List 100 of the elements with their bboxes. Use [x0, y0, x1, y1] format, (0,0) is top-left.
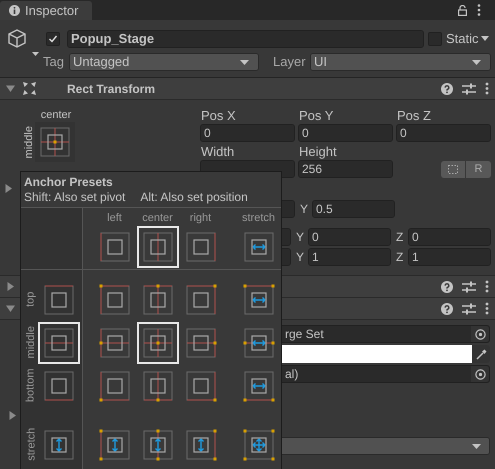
- axis-label: Y: [296, 229, 306, 246]
- anchor-preset-icon: [184, 428, 216, 460]
- help-icon[interactable]: [441, 280, 453, 292]
- foldout-arrow-icon[interactable]: [6, 84, 15, 93]
- anchor-column-label: center: [40, 108, 72, 122]
- sliders-icon[interactable]: [462, 280, 476, 292]
- anchor-preset-button[interactable]: [38, 322, 80, 364]
- anchor-preset-icon: [184, 284, 216, 316]
- cube-icon[interactable]: [6, 27, 40, 57]
- anchor-preset-icon: [142, 370, 174, 402]
- foldout-arrow-icon[interactable]: [8, 410, 17, 420]
- axis-label: Y: [300, 201, 310, 218]
- anchor-preset-icon: [184, 370, 216, 402]
- axis-label: Y: [296, 249, 306, 266]
- number-field[interactable]: 1: [408, 248, 491, 266]
- foldout-arrow-icon[interactable]: [6, 282, 15, 291]
- field-label: Width: [200, 144, 236, 160]
- static-label[interactable]: Static: [446, 28, 479, 48]
- name-field[interactable]: Popup_Stage: [67, 30, 424, 48]
- axis-label: Z: [396, 229, 404, 246]
- field-label: Height: [298, 144, 338, 160]
- column-label: stretch: [242, 211, 275, 225]
- help-icon[interactable]: [441, 302, 453, 314]
- number-field[interactable]: 0: [298, 124, 393, 142]
- anchor-preset-icon: [43, 326, 75, 358]
- anchor-preset-icon: [43, 428, 75, 460]
- anchor-preset-icon: [142, 326, 174, 358]
- anchor-row-label: middle: [22, 126, 36, 158]
- target-icon[interactable]: [474, 368, 486, 380]
- rect-transform-icon: [23, 82, 36, 95]
- layer-label: Layer: [273, 53, 307, 72]
- row-label: stretch: [24, 428, 38, 461]
- anchor-preset-icon: [242, 428, 274, 460]
- tag-label: Tag: [43, 53, 65, 72]
- sliders-icon[interactable]: [462, 82, 476, 94]
- anchor-preset-icon: [43, 370, 75, 402]
- number-field[interactable]: 0.5: [312, 200, 395, 218]
- foldout-arrow-icon[interactable]: [4, 184, 12, 193]
- anchor-preset-icon: [98, 370, 130, 402]
- caret-icon: [472, 444, 481, 448]
- anchor-preset-icon: [39, 126, 71, 158]
- field-label: Pos X: [200, 108, 237, 124]
- anchor-preset-icon: [184, 326, 216, 358]
- anchor-preset-icon: [242, 284, 274, 316]
- tag-dropdown[interactable]: Untagged: [69, 53, 259, 71]
- column-label: left: [107, 211, 122, 225]
- anchor-preset-icon: [98, 284, 130, 316]
- anchor-preset-button[interactable]: [136, 226, 178, 268]
- anchor-preset-icon: [242, 326, 274, 358]
- column-label: right: [190, 211, 212, 225]
- component-title: Rect Transform: [67, 80, 156, 98]
- number-field[interactable]: 0: [200, 124, 295, 142]
- number-field[interactable]: 0: [408, 228, 491, 246]
- dotted-square-icon: [448, 165, 458, 174]
- more-options-icon[interactable]: [485, 82, 489, 95]
- row-label: middle: [24, 326, 38, 359]
- more-options-icon[interactable]: [477, 4, 481, 16]
- layer-dropdown[interactable]: UI: [310, 53, 491, 71]
- field-label: Pos Y: [298, 108, 334, 124]
- row-label: top: [24, 292, 38, 308]
- anchor-preset-icon: [98, 326, 130, 358]
- eyedropper-icon[interactable]: [476, 348, 486, 360]
- popup-title: Anchor Presets: [23, 175, 114, 189]
- anchor-preset-icon: [142, 231, 174, 263]
- more-options-icon[interactable]: [485, 280, 489, 293]
- axis-label: Z: [396, 249, 404, 266]
- anchor-preset-button[interactable]: [136, 322, 178, 364]
- number-field[interactable]: 256: [298, 160, 393, 178]
- anchor-preset-icon: [242, 231, 274, 263]
- hint-text: Shift: Also set pivot: [24, 189, 126, 205]
- target-icon[interactable]: [474, 328, 486, 340]
- row-label: bottom: [24, 368, 38, 402]
- component-header[interactable]: Rect Transform: [0, 78, 495, 100]
- anchor-preset-icon: [184, 231, 216, 263]
- caret-icon[interactable]: [480, 36, 489, 41]
- number-field[interactable]: 0: [396, 124, 491, 142]
- anchor-preset-icon: [242, 370, 274, 402]
- foldout-arrow-icon[interactable]: [6, 304, 15, 313]
- active-checkbox[interactable]: [46, 32, 60, 46]
- info-icon: [9, 5, 20, 16]
- more-options-icon[interactable]: [485, 302, 489, 315]
- anchor-preset-icon: [142, 284, 174, 316]
- anchor-preset-button[interactable]: [35, 122, 75, 162]
- sliders-icon[interactable]: [462, 302, 476, 314]
- hint-text: Alt: Also set position: [140, 189, 248, 205]
- anchor-preset-icon: [142, 428, 174, 460]
- number-field[interactable]: 1: [308, 248, 391, 266]
- help-icon[interactable]: [441, 82, 453, 94]
- caret-icon: [472, 60, 481, 64]
- field-label: Pos Z: [396, 108, 432, 124]
- anchor-preset-icon: [43, 284, 75, 316]
- caret-icon: [240, 60, 249, 64]
- anchor-preset-icon: [98, 428, 130, 460]
- anchor-preset-icon: [98, 231, 130, 263]
- column-label: center: [142, 211, 173, 225]
- check-icon: [48, 34, 58, 44]
- lock-icon[interactable]: [458, 4, 467, 16]
- blueprint-mode-button[interactable]: [441, 161, 465, 178]
- inspector-tab[interactable]: Inspector: [0, 1, 92, 20]
- number-field[interactable]: 0: [308, 228, 391, 246]
